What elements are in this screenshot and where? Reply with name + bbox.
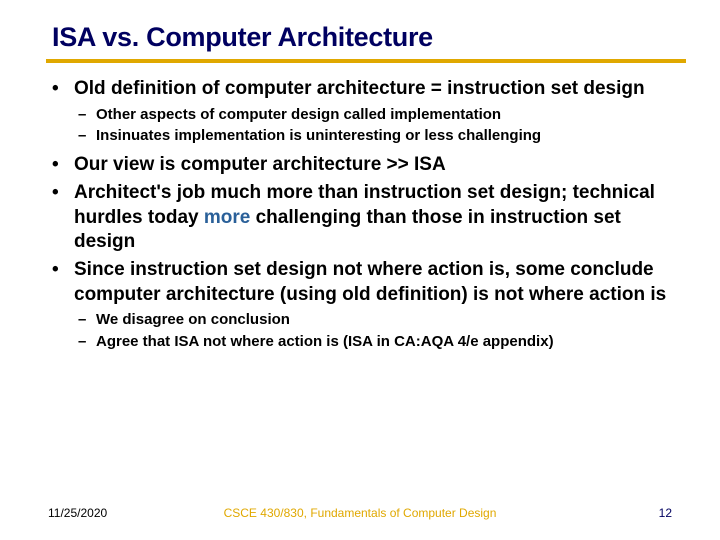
emphasis-word: more [204,207,250,228]
bullet-text: Insinuates implementation is uninteresti… [96,126,680,146]
footer-date: 11/25/2020 [48,506,107,520]
bullet-dash-icon: – [78,105,96,125]
bullet-dash-icon: – [78,126,96,146]
bullet-level1: • Since instruction set design not where… [52,258,680,307]
slide-footer: 11/25/2020 CSCE 430/830, Fundamentals of… [0,506,720,520]
bullet-level1: • Old definition of computer architectur… [52,77,680,102]
bullet-dot-icon: • [52,181,74,255]
bullet-dash-icon: – [78,332,96,352]
bullet-level2: – Other aspects of computer design calle… [78,105,680,125]
bullet-level1: • Architect's job much more than instruc… [52,181,680,255]
bullet-dot-icon: • [52,153,74,178]
bullet-dash-icon: – [78,310,96,330]
footer-course: CSCE 430/830, Fundamentals of Computer D… [224,506,497,520]
slide: ISA vs. Computer Architecture • Old defi… [0,0,720,352]
footer-page-number: 12 [659,506,672,520]
bullet-dot-icon: • [52,258,74,307]
slide-title: ISA vs. Computer Architecture [52,22,680,53]
bullet-text: Old definition of computer architecture … [74,77,680,102]
bullet-text: Since instruction set design not where a… [74,258,680,307]
bullet-level2: – Insinuates implementation is uninteres… [78,126,680,146]
bullet-text: Agree that ISA not where action is (ISA … [96,332,680,352]
bullet-dot-icon: • [52,77,74,102]
title-underline [46,59,686,63]
bullet-level2: – We disagree on conclusion [78,310,680,330]
bullet-text: Architect's job much more than instructi… [74,181,680,255]
bullet-text: We disagree on conclusion [96,310,680,330]
slide-content: • Old definition of computer architectur… [52,77,680,352]
bullet-text: Our view is computer architecture >> ISA [74,153,680,178]
bullet-text: Other aspects of computer design called … [96,105,680,125]
bullet-level2: – Agree that ISA not where action is (IS… [78,332,680,352]
bullet-level1: • Our view is computer architecture >> I… [52,153,680,178]
